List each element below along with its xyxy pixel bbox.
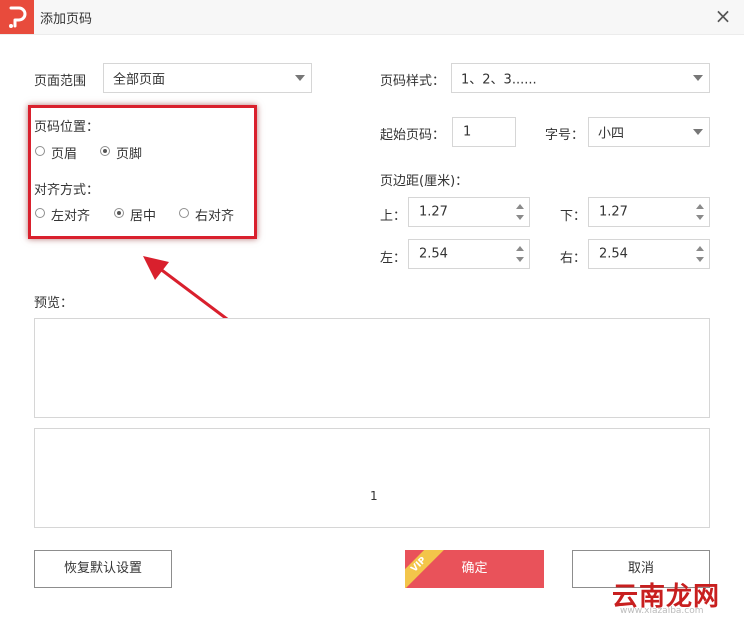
- radio-align-center-label[interactable]: 居中: [130, 205, 156, 224]
- close-icon[interactable]: ×: [712, 5, 734, 27]
- margin-bottom-value: 1.27: [599, 204, 628, 220]
- spin-up-icon[interactable]: [516, 204, 524, 209]
- spin-down-icon[interactable]: [516, 257, 524, 262]
- app-logo-icon: [0, 0, 34, 34]
- margin-right-stepper[interactable]: 2.54: [588, 239, 710, 269]
- dialog-title: 添加页码: [40, 12, 93, 27]
- vip-badge: VIP: [405, 550, 444, 588]
- spin-down-icon[interactable]: [696, 257, 704, 262]
- preview-footer-area: 1: [34, 428, 710, 528]
- page-range-label: 页面范围: [34, 74, 87, 89]
- page-style-select[interactable]: 1、2、3......: [451, 63, 710, 93]
- confirm-button[interactable]: VIP 确定: [405, 550, 544, 588]
- margin-left-label: 左：: [380, 251, 407, 266]
- radio-align-center[interactable]: [114, 208, 124, 218]
- start-page-label: 起始页码：: [380, 128, 446, 143]
- font-size-select[interactable]: 小四: [588, 117, 710, 147]
- spin-up-icon[interactable]: [516, 246, 524, 251]
- page-range-select[interactable]: 全部页面: [103, 63, 312, 93]
- spin-up-icon[interactable]: [696, 204, 704, 209]
- margin-right-value: 2.54: [599, 246, 628, 262]
- start-page-input[interactable]: 1: [452, 117, 516, 147]
- start-page-value: 1: [463, 124, 472, 140]
- spin-down-icon[interactable]: [696, 215, 704, 220]
- radio-footer-label[interactable]: 页脚: [116, 143, 142, 162]
- margin-top-value: 1.27: [419, 204, 448, 220]
- margin-bottom-stepper[interactable]: 1.27: [588, 197, 710, 227]
- preview-label: 预览：: [34, 296, 74, 311]
- radio-footer[interactable]: [100, 146, 110, 156]
- preview-page-number: 1: [370, 489, 378, 503]
- restore-defaults-button[interactable]: 恢复默认设置: [34, 550, 172, 588]
- title-bar: [0, 0, 744, 35]
- position-label: 页码位置：: [34, 120, 100, 135]
- chevron-down-icon: [693, 75, 703, 81]
- radio-align-left[interactable]: [35, 208, 45, 218]
- margin-top-label: 上：: [380, 209, 407, 224]
- alignment-label: 对齐方式：: [34, 183, 100, 198]
- confirm-button-label: 确定: [461, 561, 488, 576]
- page-style-value: 1、2、3......: [461, 72, 537, 88]
- spin-down-icon[interactable]: [516, 215, 524, 220]
- font-size-label: 字号：: [545, 128, 585, 143]
- chevron-down-icon: [295, 75, 305, 81]
- margins-label: 页边距(厘米)：: [380, 174, 469, 189]
- margin-left-stepper[interactable]: 2.54: [408, 239, 530, 269]
- watermark-url: www.xiazaiba.com: [620, 606, 704, 616]
- margin-bottom-label: 下：: [560, 209, 587, 224]
- margin-left-value: 2.54: [419, 246, 448, 262]
- radio-align-right[interactable]: [179, 208, 189, 218]
- page-style-label: 页码样式：: [380, 74, 446, 89]
- spin-up-icon[interactable]: [696, 246, 704, 251]
- radio-align-right-label[interactable]: 右对齐: [195, 205, 234, 224]
- font-size-value: 小四: [598, 126, 625, 142]
- page-range-value: 全部页面: [113, 72, 166, 88]
- chevron-down-icon: [693, 129, 703, 135]
- radio-align-left-label[interactable]: 左对齐: [51, 205, 90, 224]
- margin-top-stepper[interactable]: 1.27: [408, 197, 530, 227]
- radio-header[interactable]: [35, 146, 45, 156]
- preview-header-area: [34, 318, 710, 418]
- radio-header-label[interactable]: 页眉: [51, 143, 77, 162]
- margin-right-label: 右：: [560, 251, 587, 266]
